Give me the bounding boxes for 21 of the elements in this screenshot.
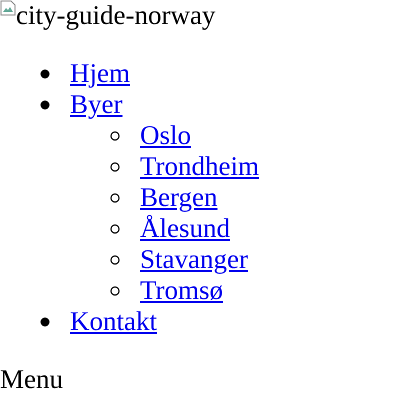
nav-link[interactable]: Trondheim	[140, 151, 260, 182]
circle-bullet-icon	[110, 131, 120, 141]
nav-link[interactable]: Bergen	[140, 182, 218, 213]
circle-bullet-icon	[110, 193, 120, 203]
bullet-icon	[40, 69, 50, 79]
nav-link[interactable]: Hjem	[70, 58, 130, 89]
circle-bullet-icon	[110, 255, 120, 265]
circle-bullet-icon	[110, 224, 120, 234]
menu-label: Menu	[0, 364, 64, 395]
nav-link[interactable]: Oslo	[140, 120, 192, 151]
nav-link[interactable]: Kontakt	[70, 306, 157, 337]
circle-bullet-icon	[110, 286, 120, 296]
nav-link[interactable]: Stavanger	[140, 244, 248, 275]
logo-alt-text: city-guide-norway	[16, 0, 216, 31]
broken-image-icon	[0, 0, 16, 16]
nav-link[interactable]: Byer	[70, 89, 122, 120]
bullet-icon	[40, 100, 50, 110]
bullet-icon	[40, 317, 50, 327]
circle-bullet-icon	[110, 162, 120, 172]
nav-link[interactable]: Ålesund	[140, 213, 230, 244]
nav-link[interactable]: Tromsø	[140, 275, 224, 306]
